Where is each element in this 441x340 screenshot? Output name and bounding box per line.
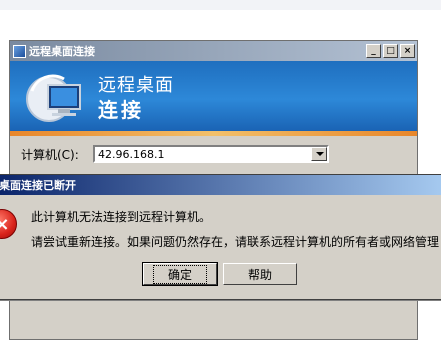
dialog-message-line2: 请尝试重新连接。如果问题仍然存在，请联系远程计算机的所有者或网络管理	[31, 235, 440, 249]
minimize-button[interactable]: _	[366, 44, 381, 58]
dialog-message-line1: 此计算机无法连接到远程计算机。	[31, 210, 212, 224]
ok-button[interactable]: 确定	[142, 262, 218, 286]
error-icon: ×	[0, 209, 17, 239]
rdc-banner: 远程桌面 连接	[10, 61, 417, 131]
desktop-background	[0, 0, 441, 10]
close-button[interactable]: ×	[400, 44, 415, 58]
help-button-label: 帮助	[247, 267, 272, 282]
monitor-icon	[26, 74, 81, 122]
banner-accent-stripe	[10, 131, 417, 136]
computer-combobox[interactable]: 42.96.168.1	[93, 145, 329, 163]
dialog-title: 桌面连接已断开	[0, 179, 76, 192]
rdc-window-title: 远程桌面连接	[29, 45, 95, 58]
computer-input[interactable]: 42.96.168.1	[95, 148, 311, 161]
computer-row: 计算机(C): 42.96.168.1	[21, 145, 329, 163]
dialog-title-bar[interactable]: 桌面连接已断开	[0, 175, 441, 195]
dropdown-arrow-icon[interactable]	[311, 147, 327, 161]
maximize-button[interactable]: □	[383, 44, 398, 58]
disconnected-dialog: 桌面连接已断开 × 此计算机无法连接到远程计算机。 请尝试重新连接。如果问题仍然…	[0, 174, 441, 300]
help-button[interactable]: 帮助	[223, 263, 297, 285]
computer-label: 计算机(C):	[21, 147, 79, 162]
rdc-title-bar[interactable]: 远程桌面连接 _ □ ×	[10, 41, 417, 61]
ok-button-label: 确定	[152, 264, 207, 284]
remote-desktop-icon	[13, 44, 26, 58]
banner-title-line2: 连接	[98, 98, 144, 122]
